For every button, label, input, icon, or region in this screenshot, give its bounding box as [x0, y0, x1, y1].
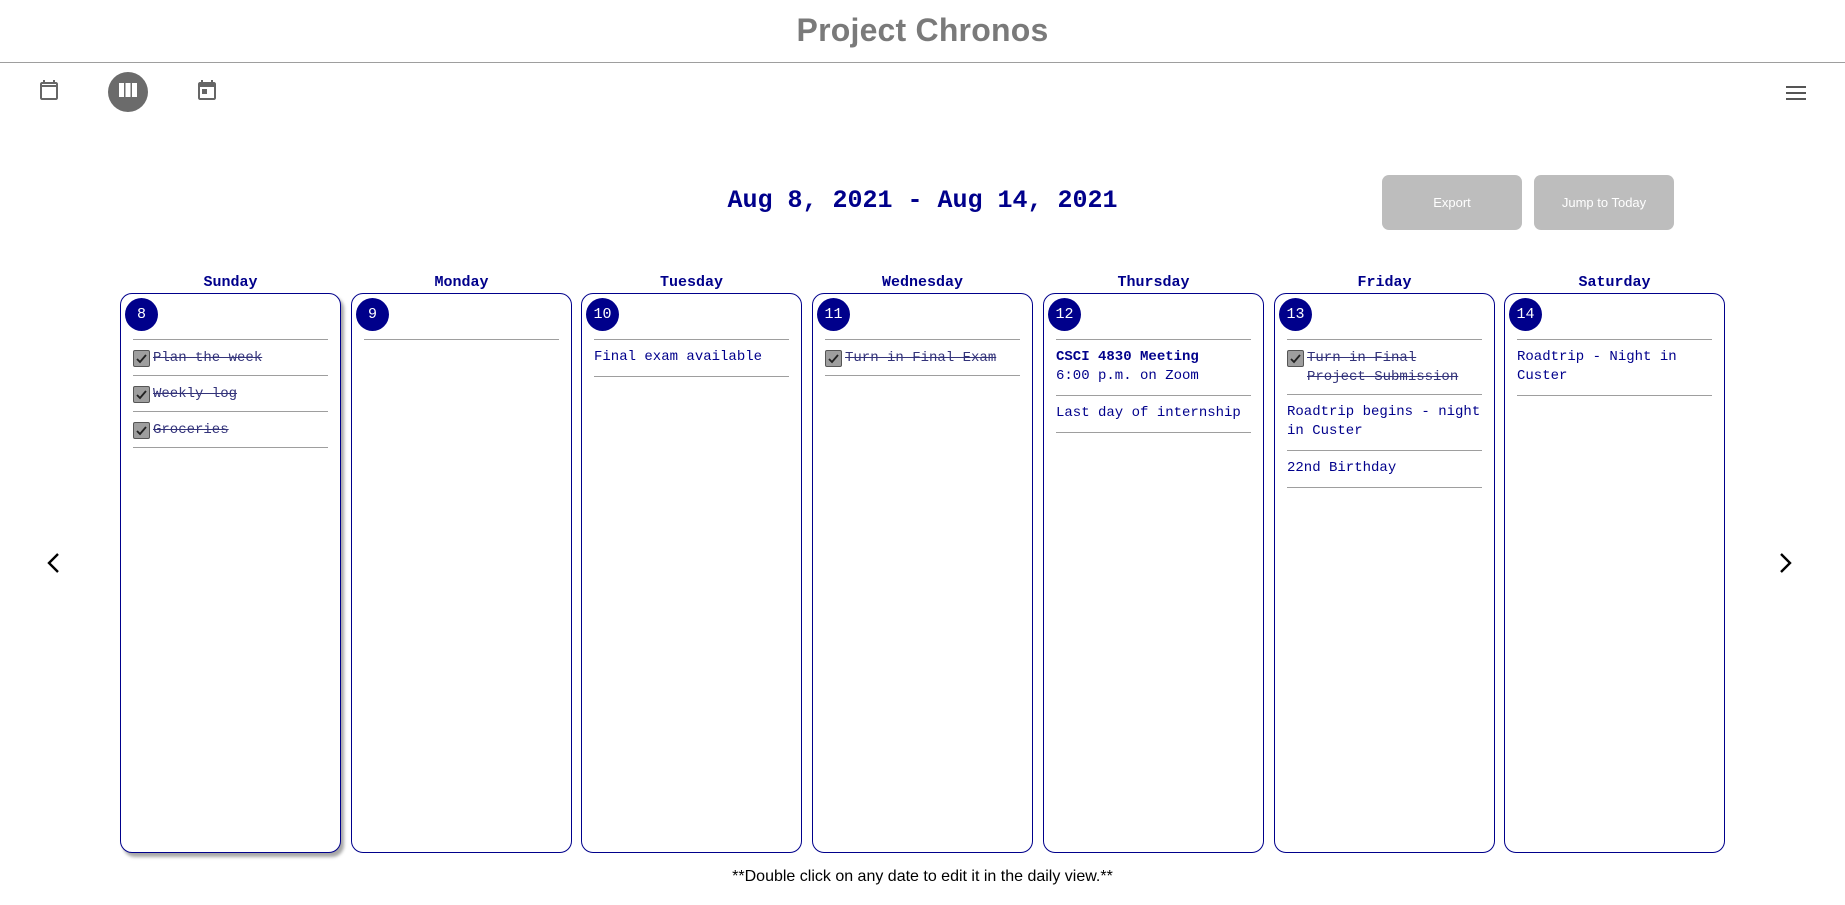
task-item[interactable]: Turn in Final Exam — [825, 340, 1020, 376]
month-view-button[interactable] — [29, 72, 69, 112]
day-items-list: Turn in Final Exam — [825, 339, 1020, 376]
day-column-monday: Monday 9 — [351, 273, 572, 853]
day-card[interactable]: 10 Final exam available — [581, 293, 802, 853]
day-name: Monday — [434, 274, 489, 291]
day-view-button[interactable] — [187, 72, 227, 112]
task-item[interactable]: Weekly log — [133, 376, 328, 412]
day-items-list: Plan the week Weekly log Groceries — [133, 339, 328, 448]
day-column-thursday: Thursday 12 CSCI 4830 Meeting 6:00 p.m. on … — [1043, 273, 1264, 853]
week-view-button[interactable] — [108, 72, 148, 112]
export-button[interactable]: Export — [1382, 175, 1522, 230]
day-number-badge: 11 — [817, 298, 850, 331]
day-column-wednesday: Wednesday 11 Turn in Final Exam — [812, 273, 1033, 853]
day-card[interactable]: 11 Turn in Final Exam — [812, 293, 1033, 853]
next-week-button[interactable] — [1767, 545, 1803, 585]
day-items-list — [364, 339, 559, 340]
note-item[interactable]: 22nd Birthday — [1287, 451, 1482, 488]
task-checkbox[interactable] — [133, 422, 150, 439]
event-title: CSCI 4830 Meeting — [1056, 349, 1199, 365]
task-text: Turn in Final Project Submission — [1307, 350, 1459, 385]
day-card[interactable]: 12 CSCI 4830 Meeting 6:00 p.m. on Zoom Last… — [1043, 293, 1264, 853]
task-checkbox[interactable] — [133, 350, 150, 367]
event-detail: 6:00 p.m. on Zoom — [1056, 368, 1199, 384]
day-number-badge: 8 — [125, 298, 158, 331]
day-number-badge: 13 — [1279, 298, 1312, 331]
day-card[interactable]: 14 Roadtrip - Night in Custer — [1504, 293, 1725, 853]
day-card[interactable]: 8 Plan the week Weekly log Groceries — [120, 293, 341, 853]
day-name: Sunday — [203, 274, 258, 291]
day-name: Tuesday — [659, 274, 723, 291]
day-column-friday: Friday 13 Turn in Final Project Submission… — [1274, 273, 1495, 853]
task-text: Weekly log — [153, 386, 238, 402]
task-checkbox[interactable] — [1287, 350, 1304, 367]
day-column-sunday: Sunday 8 Plan the week Weekly log Groceries — [120, 273, 341, 853]
menu-icon — [1785, 84, 1807, 107]
chevron-left-icon — [44, 551, 64, 580]
task-text: Groceries — [153, 422, 229, 438]
note-item[interactable]: Roadtrip begins - night in Custer — [1287, 395, 1482, 451]
calendar-day-icon — [195, 78, 219, 107]
task-text: Turn in Final Exam — [845, 350, 997, 366]
jump-to-today-button[interactable]: Jump to Today — [1534, 175, 1674, 230]
day-column-tuesday: Tuesday 10 Final exam available — [581, 273, 802, 853]
task-item[interactable]: Plan the week — [133, 340, 328, 376]
day-items-list: CSCI 4830 Meeting 6:00 p.m. on Zoom Last d… — [1056, 339, 1251, 433]
day-name: Thursday — [1117, 274, 1190, 291]
day-card[interactable]: 13 Turn in Final Project Submission Roadtr… — [1274, 293, 1495, 853]
task-text: Plan the week — [153, 350, 263, 366]
task-item[interactable]: Turn in Final Project Submission — [1287, 340, 1482, 395]
footer-note: **Double click on any date to edit it in… — [732, 868, 1113, 885]
day-name: Wednesday — [881, 274, 963, 291]
day-items-list: Final exam available — [594, 339, 789, 377]
day-name: Saturday — [1578, 274, 1651, 291]
week-range-title: Aug 8, 2021 - Aug 14, 2021 — [727, 186, 1118, 215]
day-card[interactable]: 9 — [351, 293, 572, 853]
day-number-badge: 10 — [586, 298, 619, 331]
app-header: Project Chronos — [0, 0, 1845, 63]
day-name: Friday — [1357, 274, 1412, 291]
day-number-badge: 12 — [1048, 298, 1081, 331]
event-item[interactable]: CSCI 4830 Meeting 6:00 p.m. on Zoom — [1056, 340, 1251, 396]
calendar-month-icon — [37, 78, 61, 107]
view-week-icon — [116, 78, 140, 107]
previous-week-button[interactable] — [36, 545, 72, 585]
note-item[interactable]: Roadtrip - Night in Custer — [1517, 340, 1712, 396]
day-items-list: Turn in Final Project Submission Roadtrip… — [1287, 339, 1482, 488]
task-item[interactable]: Groceries — [133, 412, 328, 448]
note-item[interactable]: Final exam available — [594, 340, 789, 377]
task-checkbox[interactable] — [133, 386, 150, 403]
day-number-badge: 14 — [1509, 298, 1542, 331]
day-number-badge: 9 — [356, 298, 389, 331]
note-item[interactable]: Last day of internship — [1056, 396, 1251, 433]
task-checkbox[interactable] — [825, 350, 842, 367]
day-column-saturday: Saturday 14 Roadtrip - Night in Custer — [1504, 273, 1725, 853]
app-title: Project Chronos — [796, 11, 1049, 48]
menu-button[interactable] — [1778, 80, 1814, 110]
chevron-right-icon — [1775, 551, 1795, 580]
day-items-list: Roadtrip - Night in Custer — [1517, 339, 1712, 396]
